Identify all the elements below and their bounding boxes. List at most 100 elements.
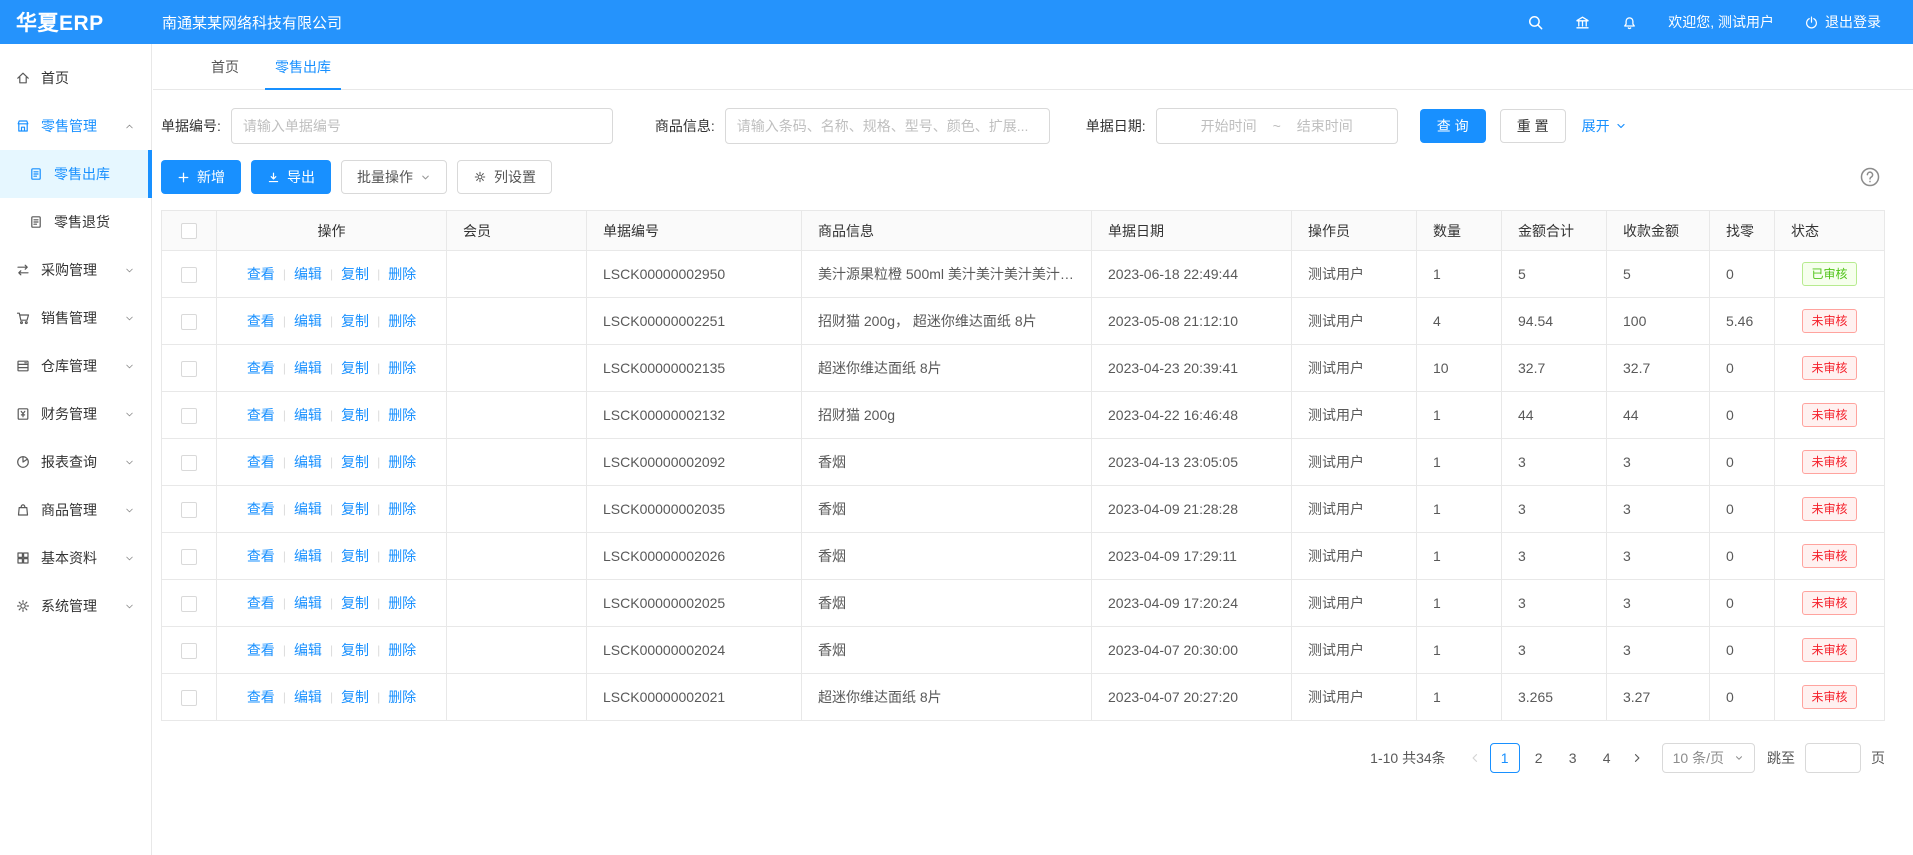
row-checkbox[interactable] — [181, 455, 197, 471]
sidebar-item-零售管理[interactable]: 零售管理 — [0, 102, 151, 150]
page-button-4[interactable]: 4 — [1592, 743, 1622, 773]
cell-qty: 1 — [1417, 392, 1502, 439]
delete-link[interactable]: 删除 — [388, 311, 416, 331]
edit-link[interactable]: 编辑 — [294, 499, 322, 519]
view-link[interactable]: 查看 — [247, 264, 275, 284]
copy-link[interactable]: 复制 — [341, 358, 369, 378]
sidebar-item-采购管理[interactable]: 采购管理 — [0, 246, 151, 294]
delete-link[interactable]: 删除 — [388, 593, 416, 613]
divider: | — [330, 643, 333, 657]
view-link[interactable]: 查看 — [247, 405, 275, 425]
copy-link[interactable]: 复制 — [341, 640, 369, 660]
row-checkbox[interactable] — [181, 314, 197, 330]
copy-link[interactable]: 复制 — [341, 687, 369, 707]
view-link[interactable]: 查看 — [247, 640, 275, 660]
delete-link[interactable]: 删除 — [388, 687, 416, 707]
delete-link[interactable]: 删除 — [388, 452, 416, 472]
search-button[interactable]: 查 询 — [1420, 109, 1486, 143]
delete-link[interactable]: 删除 — [388, 264, 416, 284]
date-range-input[interactable]: 开始时间 ~ 结束时间 — [1156, 108, 1398, 144]
row-checkbox[interactable] — [181, 408, 197, 424]
product-info-input[interactable] — [725, 108, 1050, 144]
edit-link[interactable]: 编辑 — [294, 358, 322, 378]
cell-actions: 查看|编辑|复制|删除 — [217, 298, 447, 345]
sidebar-item-仓库管理[interactable]: 仓库管理 — [0, 342, 151, 390]
row-checkbox[interactable] — [181, 267, 197, 283]
expand-filters-link[interactable]: 展开 — [1582, 116, 1627, 136]
add-button[interactable]: 新增 — [161, 160, 241, 194]
export-button[interactable]: 导出 — [251, 160, 331, 194]
cell-qty: 10 — [1417, 345, 1502, 392]
batch-actions-button[interactable]: 批量操作 — [341, 160, 447, 194]
copy-link[interactable]: 复制 — [341, 264, 369, 284]
logout-button[interactable]: 退出登录 — [1804, 12, 1881, 32]
cell-product: 香烟 — [802, 439, 1092, 486]
copy-link[interactable]: 复制 — [341, 546, 369, 566]
sidebar-item-财务管理[interactable]: 财务管理 — [0, 390, 151, 438]
row-checkbox[interactable] — [181, 502, 197, 518]
sidebar-subitem-零售退货[interactable]: 零售退货 — [0, 198, 151, 246]
edit-link[interactable]: 编辑 — [294, 640, 322, 660]
sidebar-item-商品管理[interactable]: 商品管理 — [0, 486, 151, 534]
copy-link[interactable]: 复制 — [341, 452, 369, 472]
page-size-select[interactable]: 10 条/页 — [1662, 743, 1755, 773]
edit-link[interactable]: 编辑 — [294, 405, 322, 425]
tab-retail-outbound[interactable]: 零售出库 — [257, 44, 349, 89]
edit-link[interactable]: 编辑 — [294, 546, 322, 566]
copy-link[interactable]: 复制 — [341, 593, 369, 613]
platform-icon[interactable] — [1574, 14, 1591, 31]
sidebar-item-报表查询[interactable]: 报表查询 — [0, 438, 151, 486]
view-link[interactable]: 查看 — [247, 546, 275, 566]
cell-date: 2023-04-07 20:30:00 — [1092, 627, 1292, 674]
edit-link[interactable]: 编辑 — [294, 687, 322, 707]
tab-home[interactable]: 首页 — [193, 44, 257, 89]
row-checkbox[interactable] — [181, 643, 197, 659]
column-settings-button[interactable]: 列设置 — [457, 160, 552, 194]
column-header-单据日期: 单据日期 — [1092, 211, 1292, 251]
cell-actions: 查看|编辑|复制|删除 — [217, 533, 447, 580]
edit-link[interactable]: 编辑 — [294, 593, 322, 613]
jump-page-input[interactable] — [1805, 743, 1861, 773]
add-button-label: 新增 — [197, 167, 225, 187]
sidebar-item-基本资料[interactable]: 基本资料 — [0, 534, 151, 582]
sidebar-subitem-零售出库[interactable]: 零售出库 — [0, 150, 151, 198]
sidebar-subitem-label: 零售退货 — [54, 212, 110, 232]
sidebar-item-系统管理[interactable]: 系统管理 — [0, 582, 151, 630]
row-checkbox[interactable] — [181, 596, 197, 612]
sidebar-item-首页[interactable]: 首页 — [0, 54, 151, 102]
view-link[interactable]: 查看 — [247, 593, 275, 613]
view-link[interactable]: 查看 — [247, 311, 275, 331]
edit-link[interactable]: 编辑 — [294, 311, 322, 331]
copy-link[interactable]: 复制 — [341, 499, 369, 519]
delete-link[interactable]: 删除 — [388, 640, 416, 660]
reset-button[interactable]: 重 置 — [1500, 109, 1566, 143]
divider: | — [283, 690, 286, 704]
sidebar-item-销售管理[interactable]: 销售管理 — [0, 294, 151, 342]
help-icon[interactable] — [1859, 166, 1881, 188]
edit-link[interactable]: 编辑 — [294, 452, 322, 472]
view-link[interactable]: 查看 — [247, 687, 275, 707]
row-checkbox[interactable] — [181, 549, 197, 565]
select-all-checkbox[interactable] — [181, 223, 197, 239]
delete-link[interactable]: 删除 — [388, 358, 416, 378]
delete-link[interactable]: 删除 — [388, 405, 416, 425]
view-link[interactable]: 查看 — [247, 452, 275, 472]
copy-link[interactable]: 复制 — [341, 311, 369, 331]
delete-link[interactable]: 删除 — [388, 499, 416, 519]
row-checkbox[interactable] — [181, 361, 197, 377]
edit-link[interactable]: 编辑 — [294, 264, 322, 284]
page-button-2[interactable]: 2 — [1524, 743, 1554, 773]
divider: | — [283, 267, 286, 281]
page-button-3[interactable]: 3 — [1558, 743, 1588, 773]
view-link[interactable]: 查看 — [247, 358, 275, 378]
row-checkbox[interactable] — [181, 690, 197, 706]
bell-icon[interactable] — [1621, 14, 1638, 31]
page-button-1[interactable]: 1 — [1490, 743, 1520, 773]
view-link[interactable]: 查看 — [247, 499, 275, 519]
delete-link[interactable]: 删除 — [388, 546, 416, 566]
doc-no-input[interactable] — [231, 108, 613, 144]
next-page-button[interactable] — [1622, 743, 1652, 773]
copy-link[interactable]: 复制 — [341, 405, 369, 425]
search-icon[interactable] — [1527, 14, 1544, 31]
prev-page-button[interactable] — [1460, 743, 1490, 773]
